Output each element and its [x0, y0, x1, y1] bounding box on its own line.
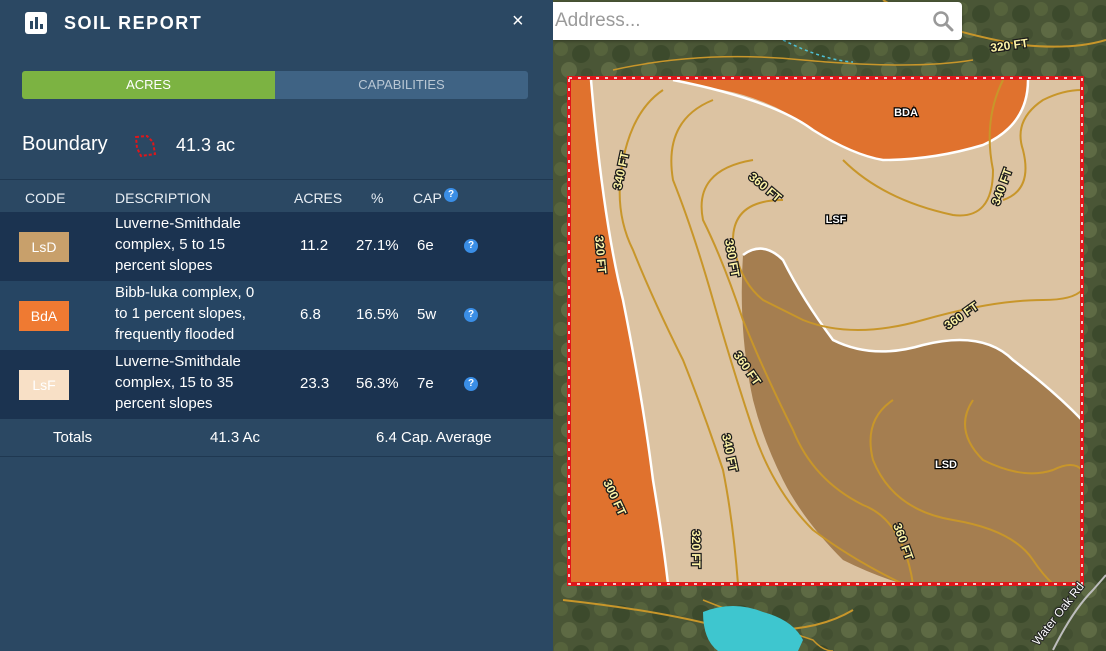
totals-acres: 41.3 Ac	[210, 429, 261, 446]
close-button[interactable]: ×	[512, 10, 524, 33]
help-icon[interactable]: ?	[464, 308, 478, 322]
soil-report-panel: SOIL REPORT × ACRES CAPABILITIES Boundar…	[0, 0, 553, 651]
boundary-label: Boundary	[22, 133, 108, 155]
map-canvas[interactable]: BDA LSF LSD 320 FT 340 FT 360 FT 380 FT …	[553, 0, 1106, 651]
totals-cap-average: 6.4 Cap. Average	[376, 429, 492, 446]
col-header-cap: CAP	[413, 190, 442, 206]
tab-capabilities[interactable]: CAPABILITIES	[275, 71, 528, 99]
address-search-input[interactable]	[555, 9, 915, 33]
soil-code-swatch: BdA	[19, 301, 69, 331]
soil-description: Luverne-Smithdale complex, 15 to 35 perc…	[115, 353, 241, 412]
col-header-acres: ACRES	[294, 190, 343, 206]
soil-label-lsd: LSD	[935, 459, 957, 471]
col-header-percent: %	[371, 190, 384, 206]
report-tabs: ACRES CAPABILITIES	[22, 71, 528, 99]
soil-acres: 6.8	[300, 306, 321, 323]
panel-title: SOIL REPORT	[64, 13, 203, 33]
soil-capability: 6e	[417, 237, 434, 254]
address-search-box[interactable]	[553, 2, 962, 40]
soil-label-lsf: LSF	[826, 214, 847, 226]
table-row[interactable]: LsD Luverne-Smithdale complex, 5 to 15 p…	[0, 212, 553, 281]
soil-code-swatch: LsF	[19, 370, 69, 400]
col-header-description: DESCRIPTION	[115, 190, 211, 206]
help-icon[interactable]: ?	[444, 188, 458, 202]
soil-capability: 5w	[417, 306, 437, 323]
soil-description: Luverne-Smithdale complex, 5 to 15 perce…	[115, 215, 241, 274]
table-totals-row: Totals 41.3 Ac 6.4 Cap. Average	[0, 419, 553, 457]
soil-percent: 56.3%	[356, 375, 399, 392]
soil-label-bda: BDA	[894, 107, 918, 119]
soil-capability: 7e	[417, 375, 434, 392]
table-header: CODE DESCRIPTION ACRES % CAP ?	[0, 180, 553, 212]
soil-acres: 23.3	[300, 375, 330, 392]
map-view[interactable]: BDA LSF LSD 320 FT 340 FT 360 FT 380 FT …	[553, 0, 1106, 651]
panel-header: SOIL REPORT ×	[0, 0, 553, 46]
bar-chart-icon	[25, 12, 47, 34]
totals-label: Totals	[53, 429, 93, 446]
help-icon[interactable]: ?	[464, 377, 478, 391]
soil-code-swatch: LsD	[19, 232, 69, 262]
contour-label: 320 FT	[689, 530, 703, 569]
soil-table: CODE DESCRIPTION ACRES % CAP ? LsD Luver…	[0, 179, 553, 457]
soil-description: Bibb-luka complex, 0 to 1 percent slopes…	[115, 284, 255, 343]
table-row[interactable]: BdA Bibb-luka complex, 0 to 1 percent sl…	[0, 281, 553, 350]
col-header-code: CODE	[25, 190, 66, 206]
soil-percent: 27.1%	[356, 237, 399, 254]
search-icon[interactable]	[932, 10, 954, 32]
table-row[interactable]: LsF Luverne-Smithdale complex, 15 to 35 …	[0, 350, 553, 419]
boundary-polygon-icon	[134, 134, 157, 158]
soil-percent: 16.5%	[356, 306, 399, 323]
soil-acres: 11.2	[300, 237, 329, 254]
help-icon[interactable]: ?	[464, 239, 478, 253]
tab-acres[interactable]: ACRES	[22, 71, 275, 99]
boundary-acreage: 41.3 ac	[176, 135, 236, 155]
